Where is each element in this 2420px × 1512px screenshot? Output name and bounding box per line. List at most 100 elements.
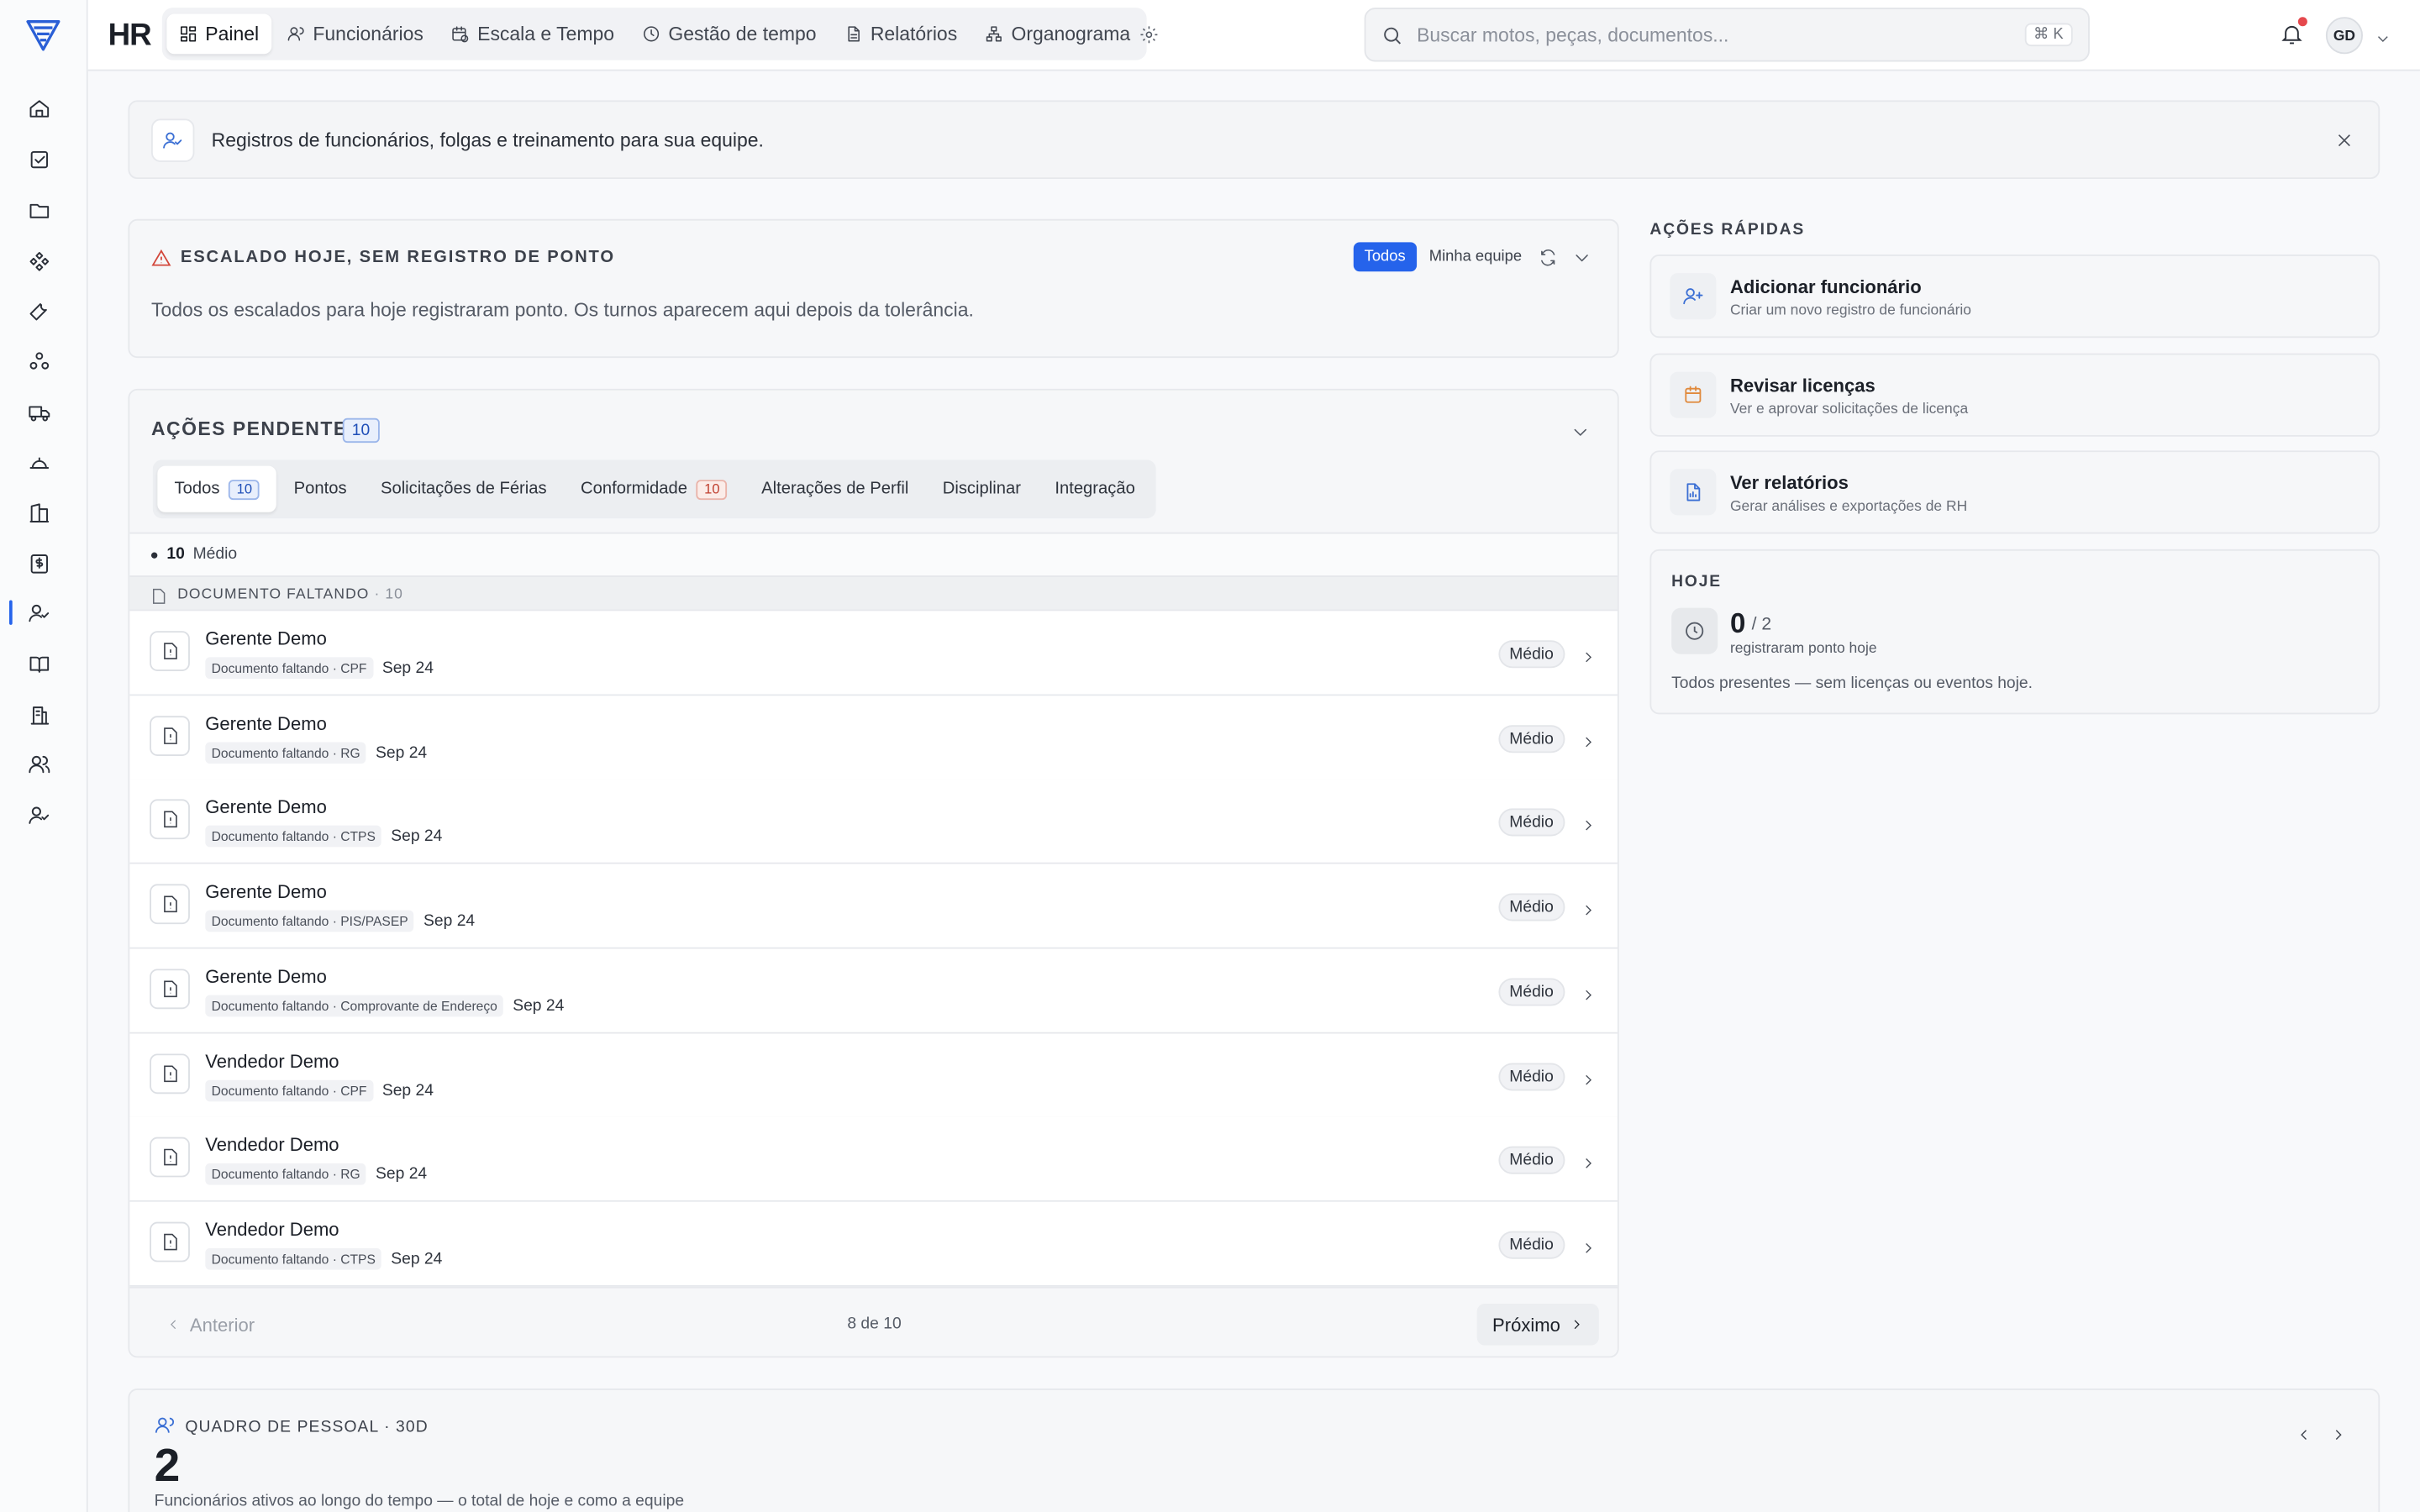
bank-icon[interactable] [24,701,52,728]
list-item[interactable]: Gerente Demo Documento faltando · Comprov… [129,948,1618,1034]
network-icon[interactable] [24,347,52,375]
list-item[interactable]: Gerente Demo Documento faltando · CTPS Sep… [129,780,1618,865]
item-name: Vendedor Demo [205,1049,339,1072]
home-icon[interactable] [24,94,52,122]
item-reason: Documento faltando · CPF [205,1079,373,1101]
refresh-icon[interactable] [1539,247,1557,266]
empty-message: Todos os escalados para hoje registraram… [150,299,974,322]
item-name: Gerente Demo [205,965,327,988]
chevron-right-icon[interactable] [1581,729,1596,747]
chevron-left-icon[interactable] [2296,1422,2312,1440]
add-employee-card[interactable]: Adicionar funcionário Criar um novo regi… [1649,255,2381,339]
item-meta: Documento faltando · PIS/PASEP Sep 24 [205,910,476,932]
folder-icon[interactable] [24,196,52,223]
quick-action-subtitle: Ver e aprovar solicitações de licença [1729,401,1969,418]
item-meta: Documento faltando · CPF Sep 24 [205,657,434,680]
chevron-down-icon[interactable] [1571,421,1590,439]
chevron-left-icon [170,1320,176,1330]
sidebar [0,0,88,1512]
subtab-conformidade[interactable]: Conformidade 10 [564,466,744,512]
list-item[interactable]: Vendedor Demo Documento faltando · CPF Sep… [129,1032,1618,1118]
tab-funcionarios[interactable]: Funcionários [274,14,435,55]
chevron-right-icon[interactable] [1581,898,1596,916]
list-item[interactable]: Gerente Demo Documento faltando · PIS/PAS… [129,864,1618,949]
today-label: HOJE [1671,572,1723,591]
filter-all-button[interactable]: Todos [1353,242,1417,272]
tasks-icon[interactable] [24,145,52,173]
next-button[interactable]: Próximo [1476,1304,1599,1346]
tab-painel[interactable]: Painel [166,13,271,55]
chevron-right-icon[interactable] [1581,1236,1596,1253]
item-meta: Documento faltando · RG Sep 24 [205,1163,427,1185]
list-item[interactable]: Vendedor Demo Documento faltando · CTPS Se… [129,1201,1618,1287]
avatar[interactable]: GD [2325,17,2363,55]
subtab-label: Conformidade [581,480,687,499]
list-item[interactable]: Vendedor Demo Documento faltando · RG Sep … [129,1117,1618,1203]
warning-icon [151,249,171,269]
settings-gear-icon[interactable] [1139,24,1159,45]
notifications-bell-icon[interactable] [2280,17,2307,46]
wrench-icon[interactable] [24,297,52,324]
item-meta: Documento faltando · CTPS Sep 24 [205,826,442,848]
chevron-right-icon[interactable] [1581,645,1596,663]
chevron-right-icon[interactable] [1581,983,1596,1000]
close-icon[interactable] [2335,129,2354,148]
org-chart-icon [986,26,1002,42]
tab-organograma[interactable]: Organograma [973,14,1143,55]
parts-icon[interactable] [24,247,52,275]
chevron-right-icon[interactable] [1581,1152,1596,1169]
truck-icon[interactable] [24,398,52,426]
clock-icon [1671,607,1718,654]
list-item[interactable]: Gerente Demo Documento faltando · CPF Sep … [129,611,1618,696]
subtab-alteracoes-perfil[interactable]: Alterações de Perfil [744,466,926,512]
calendar-icon [1670,371,1717,418]
team-icon[interactable] [24,750,52,778]
hr-icon[interactable] [24,599,52,627]
service-icon[interactable] [24,448,52,475]
item-name: Vendedor Demo [205,1218,339,1241]
quick-actions-label: AÇÕES RÁPIDAS [1649,220,1806,239]
document-alert-icon [150,884,190,925]
headcount-label: QUADRO DE PESSOAL · 30D [185,1417,429,1436]
search-input[interactable]: Buscar motos, peças, documentos... ⌘ K [1364,8,2090,62]
tab-label: Painel [205,23,260,45]
subtab-disciplinar[interactable]: Disciplinar [926,466,1039,512]
brand-logo[interactable] [24,18,61,52]
subtab-integracao[interactable]: Integração [1038,466,1152,512]
subtab-solicitacoes-ferias[interactable]: Solicitações de Férias [364,466,564,512]
filter-my-team-button[interactable]: Minha equipe [1418,242,1533,271]
chevron-down-icon[interactable] [2375,26,2391,42]
document-alert-icon [150,715,190,756]
clock-icon [644,26,660,42]
subtab-todos[interactable]: Todos 10 [157,465,277,512]
view-reports-card[interactable]: Ver relatórios Gerar análises e exportaç… [1649,450,2381,534]
book-icon[interactable] [24,649,52,677]
notification-dot [2297,17,2307,27]
item-reason: Documento faltando · CPF [205,657,373,680]
chevron-right-icon[interactable] [1581,1067,1596,1084]
list-item[interactable]: Gerente Demo Documento faltando · RG Sep 2… [129,695,1618,780]
building-icon[interactable] [24,498,52,526]
main-nav: Painel Funcionários Escala e Tempo Gestã… [161,8,1148,60]
item-date: Sep 24 [424,911,476,931]
chevron-right-icon[interactable] [1581,814,1596,832]
document-alert-icon [150,631,190,671]
chevron-down-icon[interactable] [1573,247,1591,265]
headcount-panel: QUADRO DE PESSOAL · 30D 2 Funcionários a… [128,1389,2381,1512]
document-alert-icon [150,1221,190,1263]
previous-button[interactable]: Anterior [151,1304,270,1346]
review-leaves-card[interactable]: Revisar licenças Ver e aprovar solicitaç… [1649,353,2381,437]
users-icon [287,27,304,41]
subtab-label: Todos [174,480,220,499]
tab-gestao-de-tempo[interactable]: Gestão de tempo [629,14,829,55]
item-meta: Documento faltando · CPF Sep 24 [205,1079,434,1101]
headcount-number: 2 [154,1441,181,1493]
finance-icon[interactable] [24,549,52,577]
user-check-icon[interactable] [24,801,52,828]
severity-badge: Médio [1498,1062,1565,1090]
pending-actions-panel: AÇÕES PENDENTES 10 Todos 10 Pontos Solic… [128,388,1619,1358]
chevron-right-icon[interactable] [2330,1422,2345,1440]
subtab-pontos[interactable]: Pontos [276,466,363,512]
tab-escala-e-tempo[interactable]: Escala e Tempo [439,14,627,55]
tab-relatorios[interactable]: Relatórios [832,14,970,55]
